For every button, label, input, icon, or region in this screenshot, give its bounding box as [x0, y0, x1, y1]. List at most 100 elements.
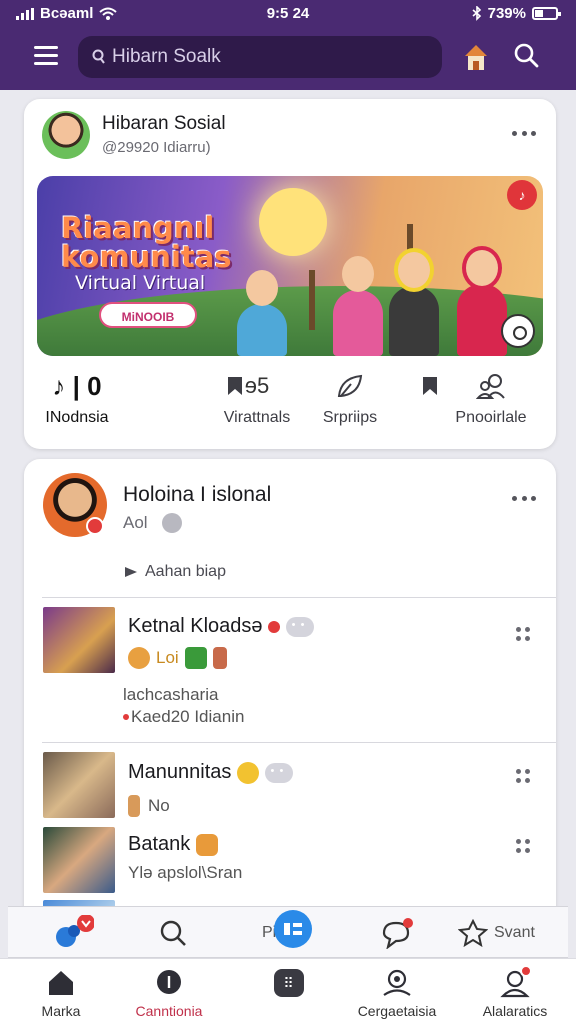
drag-handle-icon[interactable]	[516, 769, 530, 783]
quick-action-event[interactable]: Svant	[458, 913, 535, 953]
list-item-thumbnail[interactable]	[43, 752, 115, 818]
quick-action-people[interactable]	[52, 913, 94, 953]
nav-item-alalaratics[interactable]: Alalaratics	[460, 965, 570, 1019]
reply-action[interactable]: Aahan biap	[123, 563, 226, 581]
palm-tree-illustration	[309, 270, 315, 330]
search-button[interactable]	[512, 42, 540, 70]
drag-handle-icon[interactable]	[516, 627, 530, 641]
dot-icon	[531, 130, 536, 136]
list-item-sub: No	[128, 795, 170, 817]
row-sub-text: Loi	[156, 648, 179, 667]
list-item-title[interactable]: Ketnal Kloadsə	[128, 615, 314, 638]
house-icon	[465, 45, 487, 70]
quick-action-search[interactable]	[158, 913, 188, 953]
tab-label: INodnsia	[45, 409, 109, 426]
menu-button[interactable]	[34, 46, 58, 66]
compose-fab[interactable]	[274, 909, 312, 949]
nav-label: Cergaetaisia	[357, 1003, 437, 1019]
quick-action-chat[interactable]	[380, 913, 414, 953]
search-input[interactable]	[112, 46, 412, 68]
grid-shape: ⠿	[274, 969, 304, 997]
play-button[interactable]	[501, 314, 535, 348]
grid-icon: ⠿	[234, 967, 344, 999]
post-author[interactable]: Hibaran Sosial	[102, 113, 226, 135]
person-illustration	[237, 270, 287, 356]
list-item-title[interactable]: Batank	[128, 833, 218, 856]
search-bar[interactable]	[78, 36, 442, 78]
grip-dot	[525, 848, 530, 853]
bookmark-shape	[423, 377, 437, 395]
banner-title-line1: Riaangnıl	[61, 211, 215, 245]
tab-indonesia[interactable]: ♪ | 0 INodnsia	[24, 369, 130, 435]
person-head	[466, 250, 498, 286]
person-head	[398, 252, 430, 288]
hamburger-icon	[34, 46, 58, 49]
grip-dot	[516, 839, 521, 844]
more-options-button[interactable]	[512, 494, 536, 502]
dot-icon	[521, 495, 527, 501]
nav-label: Alalaratics	[482, 1003, 548, 1019]
dot-icon	[512, 495, 517, 501]
avatar[interactable]	[42, 111, 90, 159]
tab-label: Srpriips	[322, 409, 378, 426]
community-meta: Aol	[123, 513, 182, 533]
search-icon	[92, 49, 105, 64]
quick-action-bar: Pin Svant	[8, 906, 568, 958]
star-icon	[458, 919, 488, 947]
grip-dot	[525, 636, 530, 641]
dot-icon	[521, 130, 527, 136]
notification-user-icon	[460, 965, 570, 999]
post-card: Hibaran Sosial @29920 Idiarru) Riaangnıl…	[24, 99, 556, 449]
leaf-icon	[297, 369, 403, 403]
more-options-button[interactable]	[512, 129, 536, 137]
emoji-icon	[128, 647, 150, 669]
status-bar: Bcəaml 9:5 24 739%	[0, 0, 576, 28]
sun-illustration	[259, 188, 327, 256]
drag-handle-icon[interactable]	[516, 839, 530, 853]
people-icon	[438, 369, 544, 403]
leaf-shape	[337, 374, 363, 397]
person-head	[342, 256, 374, 292]
post-banner-image[interactable]: Riaangnıl komunitas Virtual Virtual MiNO…	[37, 176, 543, 356]
tab-label: Virattnals	[223, 409, 291, 426]
row-sub-text: Kaed20 Idianin	[131, 707, 245, 726]
grip-dot	[516, 848, 521, 853]
list-item-title[interactable]: Manunnitas	[128, 761, 293, 784]
home-shortcut-button[interactable]	[462, 42, 490, 72]
chat-icon	[285, 616, 314, 637]
event-label: Svant	[494, 924, 535, 941]
grip-dot	[516, 769, 521, 774]
reply-icon	[125, 567, 137, 577]
community-name[interactable]: Holoina I islonal	[123, 483, 271, 507]
tab-pnooirlale[interactable]: Pnooirlale	[438, 369, 544, 435]
person-illustration	[457, 250, 507, 356]
bluetooth-icon	[472, 6, 481, 21]
nav-item-canntionia[interactable]: Canntionia	[114, 967, 224, 1019]
home-shape	[49, 971, 73, 995]
nav-item-grid[interactable]: ⠿	[234, 967, 344, 1003]
grip-dot	[525, 627, 530, 632]
tab-glyph: ɘ5	[244, 373, 270, 398]
banner-cta-button[interactable]: MiNOOIB	[99, 302, 197, 328]
list-item-thumbnail[interactable]	[43, 827, 115, 893]
row-sub-text: No	[148, 796, 170, 815]
nav-item-home[interactable]: Marka	[6, 967, 116, 1019]
post-tabs: ♪ | 0 INodnsia ɘ5 Virattnals Srpriips Pn…	[24, 369, 556, 439]
person-head	[246, 270, 278, 306]
list-item-thumbnail[interactable]	[43, 607, 115, 673]
list-item-sub: Loi	[128, 647, 227, 669]
smile-emoji-icon	[236, 761, 259, 784]
grid-dots: ⠿	[283, 974, 295, 991]
music-badge-icon[interactable]: ♪	[507, 180, 537, 210]
tab-srpriips[interactable]: Srpriips	[297, 369, 403, 435]
home-icon	[6, 967, 116, 999]
tab-virattnals[interactable]: ɘ5 Virattnals	[204, 369, 310, 435]
figure-icon	[128, 795, 140, 817]
chat-icon	[264, 762, 293, 783]
divider	[42, 597, 556, 598]
search-icon	[160, 920, 186, 946]
figure-icon	[212, 647, 227, 669]
action-label: Aahan biap	[145, 563, 226, 580]
nav-item-cergaetaisia[interactable]: Cergaetaisia	[342, 967, 452, 1019]
nav-label: Canntionia	[135, 1003, 203, 1019]
